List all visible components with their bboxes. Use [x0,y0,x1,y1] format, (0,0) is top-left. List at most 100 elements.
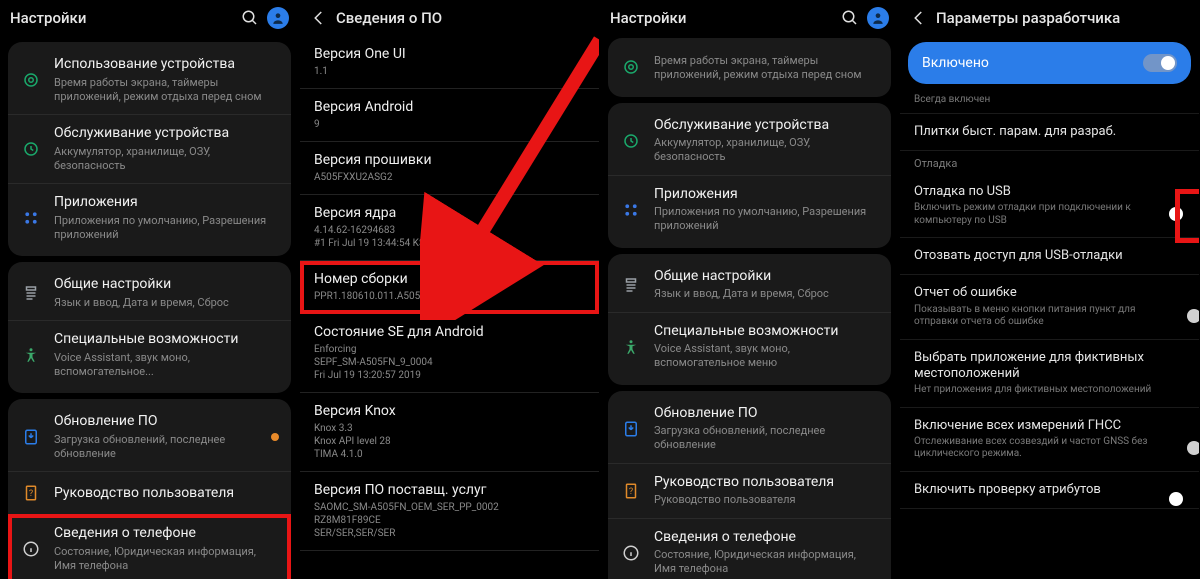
accessibility-icon [20,344,42,366]
dev-title: Выбрать приложение для фиктивных местопо… [914,350,1185,383]
info-row[interactable]: Версия KnoxKnox 3.3 Knox API level 28 TI… [300,393,599,472]
dev-row[interactable]: Выбрать приложение для фиктивных местопо… [900,340,1199,408]
info-row[interactable]: Версия Android 9 [300,89,599,142]
info-row[interactable]: Версия прошивкиA505FXXU2ASG2 [300,142,599,195]
item-sub: Время работы экрана, таймеры приложений,… [654,54,879,83]
about-icon [20,538,42,560]
list-item[interactable]: Специальные возможностиVoice Assistant, … [8,320,291,389]
annotation-highlight [1175,189,1200,243]
info-title: Версия Android [314,99,585,115]
page-title: Параметры разработчика [936,9,1189,27]
dev-row[interactable]: Включить проверку атрибутов [900,472,1199,509]
item-sub: Время работы экрана, таймеры приложений,… [54,76,279,105]
care-icon [20,69,42,91]
info-title: Состояние SE для Android [314,324,585,340]
item-title: Приложения [654,186,879,204]
item-title: Обновление ПО [54,413,259,431]
dev-row[interactable]: Плитки быст. парам. для разраб. [900,114,1199,151]
info-sub: 9 [314,118,585,131]
about-icon [620,542,642,564]
item-title: Приложения [54,194,279,212]
update-badge [271,433,279,441]
item-sub: Voice Assistant, звук моно, вспомогатель… [54,351,279,380]
info-sub: 1.1 [314,65,585,78]
dev-row[interactable]: Отозвать доступ для USB-отладки [900,238,1199,275]
list-item[interactable]: Обслуживание устройстваАккумулятор, хран… [8,114,291,183]
dev-sub: Отслеживание всех созвездий и частот GNS… [914,436,1175,461]
settings-group: Общие настройкиЯзык и ввод, Дата и время… [608,254,891,385]
info-title: Версия Knox [314,403,585,419]
settings-group: Обновление ПО Загрузка обновлений, послед… [8,399,291,579]
info-title: Версия прошивки [314,152,585,168]
list-item[interactable]: ?Руководство пользователяРуководство пол… [608,463,891,518]
item-sub: Язык и ввод, Дата и время, Сброс [654,287,879,301]
list-item[interactable]: Обновление ПОЗагрузка обновлений, послед… [608,395,891,463]
list-item[interactable]: Сведения о телефонеСостояние, Юридическа… [8,514,291,579]
list-item[interactable]: Обслуживание устройстваАккумулятор, хран… [608,107,891,175]
info-title: Номер сборки [314,271,585,287]
list-item[interactable]: Обновление ПО Загрузка обновлений, послед… [8,403,291,471]
pane-developer-options: Параметры разработчика Включено Всегда в… [900,0,1200,579]
dev-row[interactable]: Включение всех измерений ГНСС Отслеживани… [900,408,1199,472]
item-title: Руководство пользователя [654,474,879,492]
settings-group: Общие настройкиЯзык и ввод, Дата и время… [8,262,291,393]
dev-title: Отладка по USB [914,184,1175,200]
list-item[interactable]: Общие настройкиЯзык и ввод, Дата и время… [608,258,891,312]
info-sub: SAOMC_SM-A505FN_OEM_SER_PP_0002 RZ8M81F8… [314,501,585,540]
item-sub: Аккумулятор, хранилище, ОЗУ, безопасност… [654,136,879,165]
guide-icon: ? [20,482,42,504]
search-icon[interactable] [841,9,859,27]
list-item[interactable]: ?Руководство пользователя [8,471,291,514]
item-sub: Состояние, Юридическая информация, Имя т… [54,545,279,574]
avatar[interactable] [267,7,289,29]
general-icon [620,274,642,296]
dev-title: Отозвать доступ для USB-отладки [914,248,1185,264]
info-row[interactable]: Состояние SE для Android Enforcing SEPF_S… [300,314,599,393]
list-item[interactable]: ПриложенияПриложения по умолчанию, Разре… [608,175,891,244]
header: Настройки [600,0,899,36]
item-title: Использование устройства [54,56,279,74]
dev-row[interactable]: Отчет об ошибкеПоказывать в меню кнопки … [900,275,1199,339]
list-item[interactable]: ПриложенияПриложения по умолчанию, Разре… [8,183,291,252]
header: Параметры разработчика [900,0,1199,36]
page-title: Настройки [10,9,233,27]
back-icon[interactable] [310,9,328,27]
list-item[interactable]: Общие настройкиЯзык и ввод, Дата и время… [8,266,291,320]
item-title: Обслуживание устройства [654,117,879,135]
dev-title: Включение всех измерений ГНСС [914,418,1175,434]
guide-icon: ? [620,480,642,502]
master-toggle[interactable]: Включено [908,42,1191,84]
update-icon [20,426,42,448]
dev-sub: Включить режим отладки при подключении к… [914,202,1175,227]
info-row[interactable]: Версия ядра4.14.62-16294683 #1 Fri Jul 1… [300,195,599,261]
info-row[interactable]: Версия ПО поставщ. услуг SAOMC_SM-A505FN_… [300,472,599,551]
item-sub: Загрузка обновлений, последнее обновлени… [54,433,259,462]
toggle-icon[interactable] [1143,54,1177,72]
cutoff-row: Всегда включен [900,90,1199,114]
info-row[interactable]: Номер сборкиPPR1.180610.011.A505FNPUU2AS… [300,261,599,314]
info-row[interactable]: Версия One UI1.1 [300,36,599,89]
maintenance-icon [620,130,642,152]
dev-title: Плитки быст. парам. для разраб. [914,124,1185,140]
dev-title: Отчет об ошибке [914,285,1175,301]
header: Настройки [0,0,299,36]
pane-settings-1: Настройки Использование устройства Время … [0,0,300,579]
item-title: Общие настройки [654,268,879,286]
list-item[interactable]: Время работы экрана, таймеры приложений,… [608,42,891,93]
list-item[interactable]: Сведения о телефонеСостояние, Юридическа… [608,518,891,579]
avatar[interactable] [867,7,889,29]
item-title: Специальные возможности [654,323,879,341]
list-item[interactable]: Специальные возможностиVoice Assistant, … [608,312,891,381]
search-icon[interactable] [241,9,259,27]
info-sub: Enforcing SEPF_SM-A505FN_9_0004 Fri Jul … [314,343,585,382]
back-icon[interactable] [910,9,928,27]
info-title: Версия ПО поставщ. услуг [314,482,585,498]
svg-text:?: ? [629,487,633,497]
settings-group: Использование устройства Время работы экр… [8,42,291,256]
item-sub: Язык и ввод, Дата и время, Сброс [54,296,279,310]
page-title: Настройки [610,9,833,27]
dev-row[interactable]: Отладка по USB Включить режим отладки при… [900,174,1199,238]
apps-icon [20,207,42,229]
list-item[interactable]: Использование устройства Время работы экр… [8,46,291,114]
page-title: Сведения о ПО [336,9,589,27]
